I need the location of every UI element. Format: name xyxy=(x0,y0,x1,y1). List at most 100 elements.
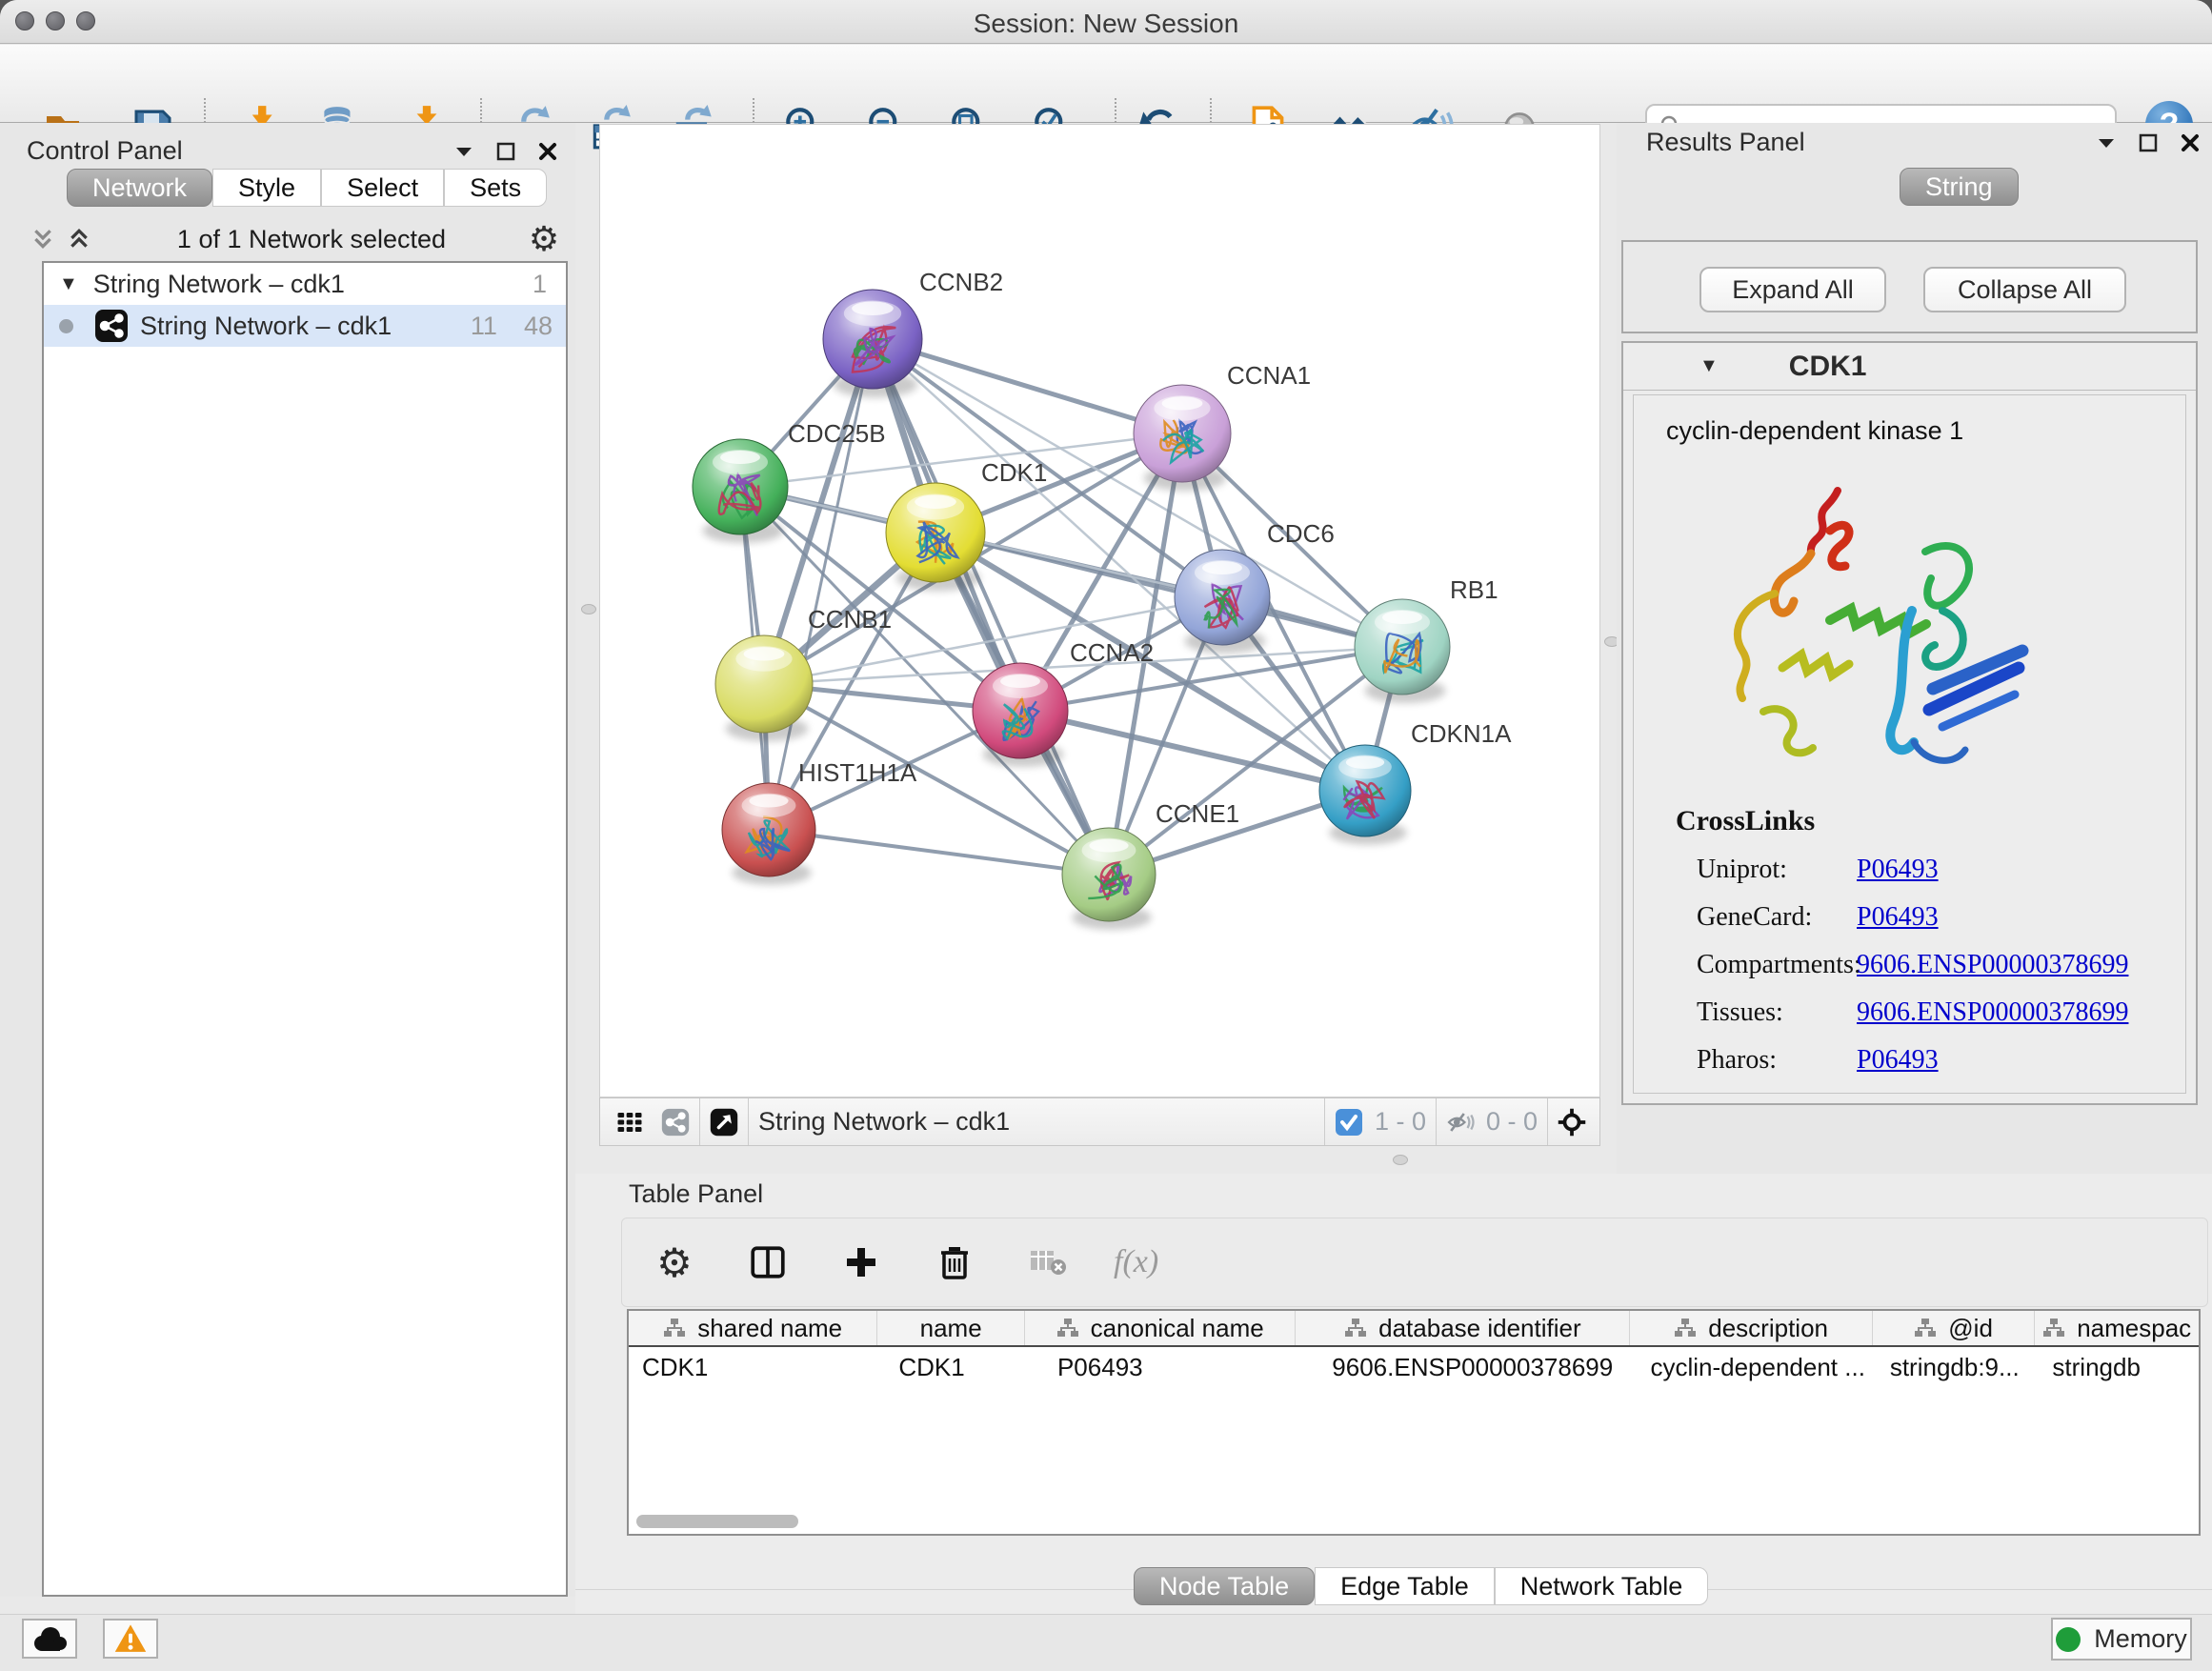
show-columns-icon[interactable] xyxy=(740,1235,795,1290)
open-in-window-icon[interactable] xyxy=(710,1108,738,1137)
tab-string[interactable]: String xyxy=(1900,168,2019,206)
column-header-namespace[interactable]: namespac xyxy=(2035,1311,2199,1345)
cell-canonical-name[interactable]: P06493 xyxy=(1025,1353,1296,1382)
network-column-icon xyxy=(1674,1318,1697,1339)
crosslink-row: Compartments: 9606.ENSP00000378699 xyxy=(1676,950,2128,980)
network-node-cdc6[interactable] xyxy=(1175,550,1270,654)
tab-node-table[interactable]: Node Table xyxy=(1134,1567,1315,1605)
cloud-status-button[interactable] xyxy=(22,1619,77,1659)
network-edge[interactable] xyxy=(769,339,873,830)
table-toolbar: ⚙ xyxy=(621,1218,2208,1307)
collapse-all-button[interactable]: Collapse All xyxy=(1923,267,2126,312)
string-badge-icon[interactable] xyxy=(661,1108,690,1137)
edge-count: 48 xyxy=(524,312,553,341)
grid-view-icon[interactable] xyxy=(615,1108,644,1137)
crosslink-label: Tissues: xyxy=(1676,997,1857,1028)
gene-section-header[interactable]: ▼ CDK1 xyxy=(1623,343,2196,391)
selected-checkbox-icon[interactable] xyxy=(1335,1108,1363,1137)
cell-shared-name[interactable]: CDK1 xyxy=(629,1353,877,1382)
crosslink-link[interactable]: P06493 xyxy=(1857,1045,1939,1075)
tab-network-table[interactable]: Network Table xyxy=(1495,1567,1709,1605)
crosslink-label: GeneCard: xyxy=(1676,902,1857,933)
network-node-cdc25b[interactable] xyxy=(693,439,788,543)
network-node-cdk1[interactable] xyxy=(886,483,985,591)
table-header-row: shared name name canonical name database… xyxy=(629,1311,2199,1347)
gear-icon[interactable]: ⚙ xyxy=(530,225,558,253)
add-column-icon[interactable] xyxy=(834,1235,889,1290)
warning-icon xyxy=(112,1622,149,1655)
crosslink-link[interactable]: P06493 xyxy=(1857,855,1939,884)
network-node-ccna1[interactable] xyxy=(1134,385,1231,491)
network-node-ccnb1[interactable] xyxy=(715,635,813,741)
close-panel-icon[interactable] xyxy=(2176,129,2204,157)
panel-menu-icon[interactable] xyxy=(2092,129,2121,157)
expand-all-icon[interactable] xyxy=(65,225,93,253)
crosslink-label: Compartments: xyxy=(1676,950,1857,980)
panel-menu-icon[interactable] xyxy=(450,137,478,166)
column-header-canonical-name[interactable]: canonical name xyxy=(1025,1311,1296,1345)
column-header-id[interactable]: @id xyxy=(1873,1311,2036,1345)
column-header-name[interactable]: name xyxy=(877,1311,1025,1345)
crosslink-link[interactable]: 9606.ENSP00000378699 xyxy=(1857,950,2128,979)
cell-database-identifier[interactable]: 9606.ENSP00000378699 xyxy=(1296,1353,1630,1382)
control-panel-tabs: Network Style Select Sets xyxy=(67,169,547,207)
network-label: String Network – cdk1 xyxy=(140,312,392,341)
crosslink-link[interactable]: P06493 xyxy=(1857,902,1939,932)
bottom-splitter-handle[interactable] xyxy=(1393,1155,1408,1165)
disclosure-triangle-icon[interactable]: ▼ xyxy=(1699,355,1719,377)
expand-all-button[interactable]: Expand All xyxy=(1699,267,1886,312)
column-header-shared-name[interactable]: shared name xyxy=(629,1311,877,1345)
function-builder-icon[interactable]: f(x) xyxy=(1114,1244,1158,1280)
tab-network[interactable]: Network xyxy=(67,169,212,207)
crosslink-link[interactable]: 9606.ENSP00000378699 xyxy=(1857,997,2128,1027)
network-row[interactable]: String Network – cdk1 11 48 xyxy=(44,305,566,347)
node-label-cdc6: CDC6 xyxy=(1267,519,1335,548)
network-collection-row[interactable]: ▼ String Network – cdk1 1 xyxy=(44,263,566,305)
tab-select[interactable]: Select xyxy=(321,169,444,207)
table-tabs: Node Table Edge Table Network Table xyxy=(1134,1567,1708,1605)
close-panel-icon[interactable] xyxy=(533,137,562,166)
tab-edge-table[interactable]: Edge Table xyxy=(1315,1567,1495,1605)
network-node-rb1[interactable] xyxy=(1355,599,1450,703)
string-network-icon xyxy=(94,309,129,343)
cell-description[interactable]: cyclin-dependent ... xyxy=(1630,1353,1872,1382)
window-title: Session: New Session xyxy=(0,9,2212,39)
cell-id[interactable]: stringdb:9... xyxy=(1873,1353,2036,1382)
network-node-ccnb2[interactable] xyxy=(823,290,922,397)
table-panel: Table Panel ⚙ xyxy=(575,1174,2212,1614)
memory-button[interactable]: Memory xyxy=(2051,1618,2192,1661)
collapse-all-icon[interactable] xyxy=(29,225,57,253)
table-row[interactable]: CDK1 CDK1 P06493 9606.ENSP00000378699 cy… xyxy=(629,1347,2199,1387)
column-header-database-identifier[interactable]: database identifier xyxy=(1296,1311,1630,1345)
crosslinks-section: CrossLinks Uniprot: P06493 GeneCard: P06… xyxy=(1676,805,2128,1076)
tab-sets[interactable]: Sets xyxy=(444,169,547,207)
column-header-description[interactable]: description xyxy=(1630,1311,1872,1345)
float-panel-icon[interactable] xyxy=(2134,129,2162,157)
node-label-hist1h1a: HIST1H1A xyxy=(798,758,917,787)
network-view-canvas[interactable]: CCNB2CCNA1CDC25BCDK1CDC6RB1CCNB1CCNA2CDK… xyxy=(599,124,1600,1097)
float-panel-icon[interactable] xyxy=(492,137,520,166)
node-label-cdk1: CDK1 xyxy=(981,458,1047,487)
node-label-cdkn1a: CDKN1A xyxy=(1411,719,1512,748)
cell-name[interactable]: CDK1 xyxy=(877,1353,1025,1382)
network-node-ccne1[interactable] xyxy=(1062,828,1156,930)
network-edge[interactable] xyxy=(769,830,1109,875)
network-node-cdkn1a[interactable] xyxy=(1319,745,1411,845)
cell-namespace[interactable]: stringdb xyxy=(2035,1353,2199,1382)
node-label-ccnb2: CCNB2 xyxy=(919,268,1003,296)
birds-eye-view-icon[interactable] xyxy=(1558,1108,1586,1137)
hidden-eye-slash-icon[interactable] xyxy=(1446,1108,1475,1137)
network-node-ccna2[interactable] xyxy=(973,663,1068,767)
horizontal-scrollbar-thumb[interactable] xyxy=(636,1515,798,1528)
network-edge[interactable] xyxy=(873,339,1109,875)
tab-style[interactable]: Style xyxy=(212,169,321,207)
disclosure-triangle-icon[interactable]: ▼ xyxy=(59,273,78,295)
network-graph[interactable]: CCNB2CCNA1CDC25BCDK1CDC6RB1CCNB1CCNA2CDK… xyxy=(600,125,1599,1097)
delete-table-icon[interactable] xyxy=(1020,1235,1076,1290)
warnings-button[interactable] xyxy=(103,1619,158,1659)
delete-column-icon[interactable] xyxy=(927,1235,982,1290)
table-gear-icon[interactable]: ⚙ xyxy=(647,1235,702,1290)
protein-structure-image xyxy=(1687,481,2040,795)
left-splitter-handle[interactable] xyxy=(581,604,596,614)
network-node-hist1h1a[interactable] xyxy=(722,783,815,885)
